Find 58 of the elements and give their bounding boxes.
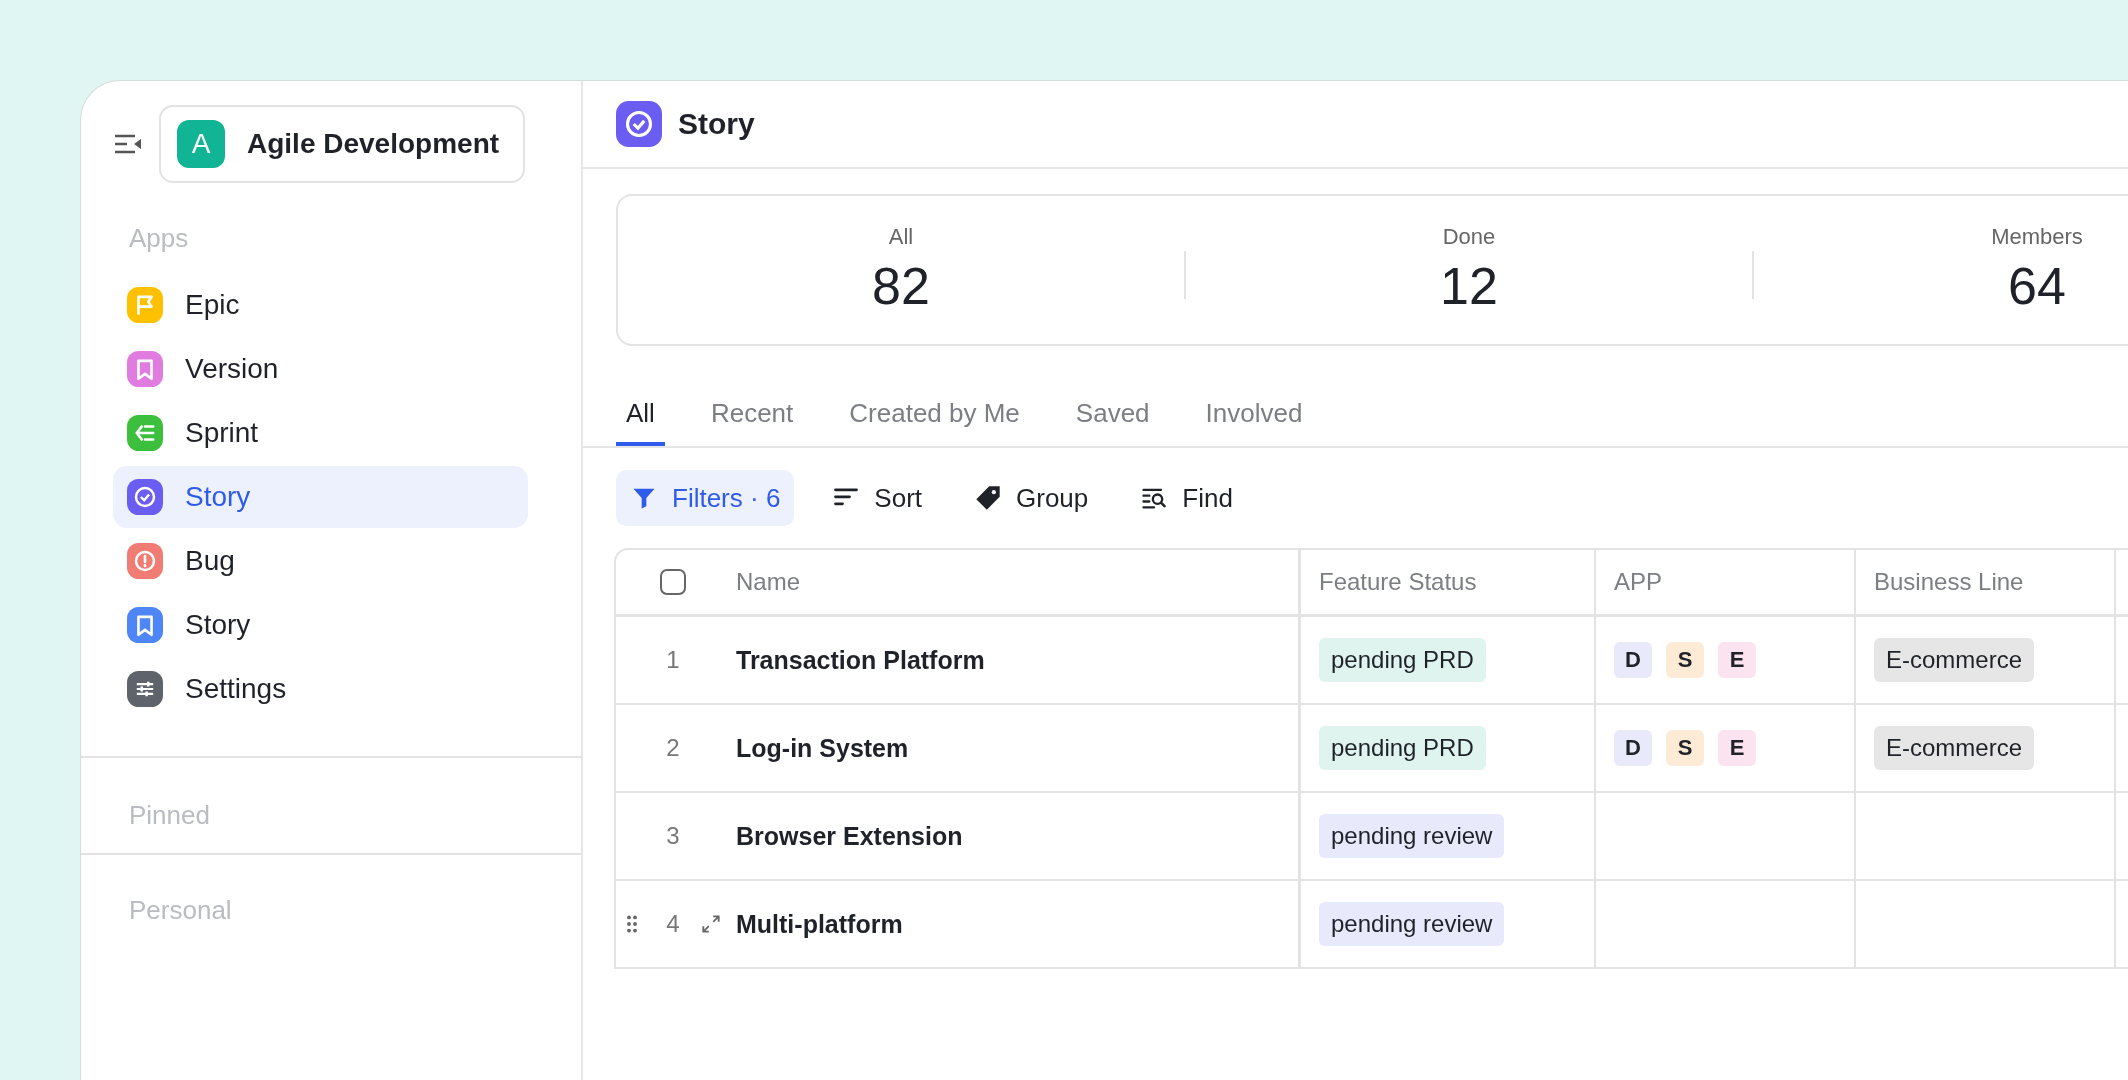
- business-line-tag: E-commerce: [1874, 638, 2035, 682]
- row-number: 1: [666, 646, 680, 674]
- sidebar-item[interactable]: Bug: [113, 530, 528, 592]
- sidebar-item[interactable]: Version: [113, 338, 528, 400]
- status-tag: pending review: [1319, 814, 1505, 858]
- row-name: Log-in System: [736, 733, 909, 763]
- status-tag: pending PRD: [1319, 638, 1486, 682]
- workspace-switcher[interactable]: A Agile Development: [159, 105, 525, 183]
- workspace-avatar: A: [177, 120, 225, 168]
- stat-label: All: [888, 224, 914, 250]
- row-number: 3: [666, 822, 680, 850]
- row-number: 2: [666, 734, 680, 762]
- expand-icon[interactable]: [700, 913, 722, 935]
- app-tag: D: [1614, 642, 1652, 678]
- row-name: Browser Extension: [736, 821, 963, 851]
- stat-value: 64: [2008, 256, 2066, 316]
- section-heading: Personal: [128, 895, 233, 926]
- tag-icon: [974, 484, 1003, 512]
- select-all-checkbox[interactable]: [660, 569, 686, 595]
- tab[interactable]: Created by Me: [839, 376, 1030, 446]
- tag-button[interactable]: Group: [960, 470, 1103, 526]
- column-header: APP: [1614, 568, 1663, 596]
- stat-label: Members: [1991, 224, 2083, 250]
- section-heading: Apps: [128, 223, 190, 254]
- filter-button[interactable]: Filters · 6: [616, 470, 795, 526]
- column-header: Name: [736, 568, 801, 596]
- section-heading: Pinned: [128, 800, 211, 831]
- row-number: 4: [666, 910, 680, 938]
- sidebar-item[interactable]: Story: [113, 594, 528, 656]
- column-header: Feature Status: [1319, 568, 1477, 596]
- stat-value: 82: [872, 256, 930, 316]
- app-tag: E: [1718, 642, 1756, 678]
- sidebar-item[interactable]: Epic: [113, 274, 528, 336]
- app-tag: S: [1666, 642, 1704, 678]
- app-tag: S: [1666, 730, 1704, 766]
- column-header: Business Line: [1874, 568, 2024, 596]
- drag-handle-icon[interactable]: [626, 914, 638, 934]
- app-tag: E: [1718, 730, 1756, 766]
- page-title: Story: [678, 107, 755, 141]
- tab[interactable]: Involved: [1195, 376, 1313, 446]
- sort-button[interactable]: Sort: [818, 470, 937, 526]
- business-line-tag: E-commerce: [1874, 726, 2035, 770]
- sidebar-item[interactable]: Sprint: [113, 402, 528, 464]
- stat-value: 12: [1440, 256, 1498, 316]
- sidebar-item[interactable]: Settings: [113, 658, 528, 720]
- stat-label: Done: [1442, 224, 1496, 250]
- status-tag: pending PRD: [1319, 726, 1486, 770]
- status-tag: pending review: [1319, 902, 1505, 946]
- sidebar-item[interactable]: Story: [113, 466, 528, 528]
- workspace-name: Agile Development: [247, 128, 500, 160]
- app-tag: D: [1614, 730, 1652, 766]
- tab[interactable]: Recent: [700, 376, 804, 446]
- tab[interactable]: All: [616, 376, 665, 446]
- tab[interactable]: Saved: [1065, 376, 1160, 446]
- row-name: Multi-platform: [736, 909, 903, 939]
- collapse-sidebar-icon[interactable]: [113, 132, 143, 156]
- find-button[interactable]: Find: [1126, 470, 1247, 526]
- row-name: Transaction Platform: [736, 645, 985, 675]
